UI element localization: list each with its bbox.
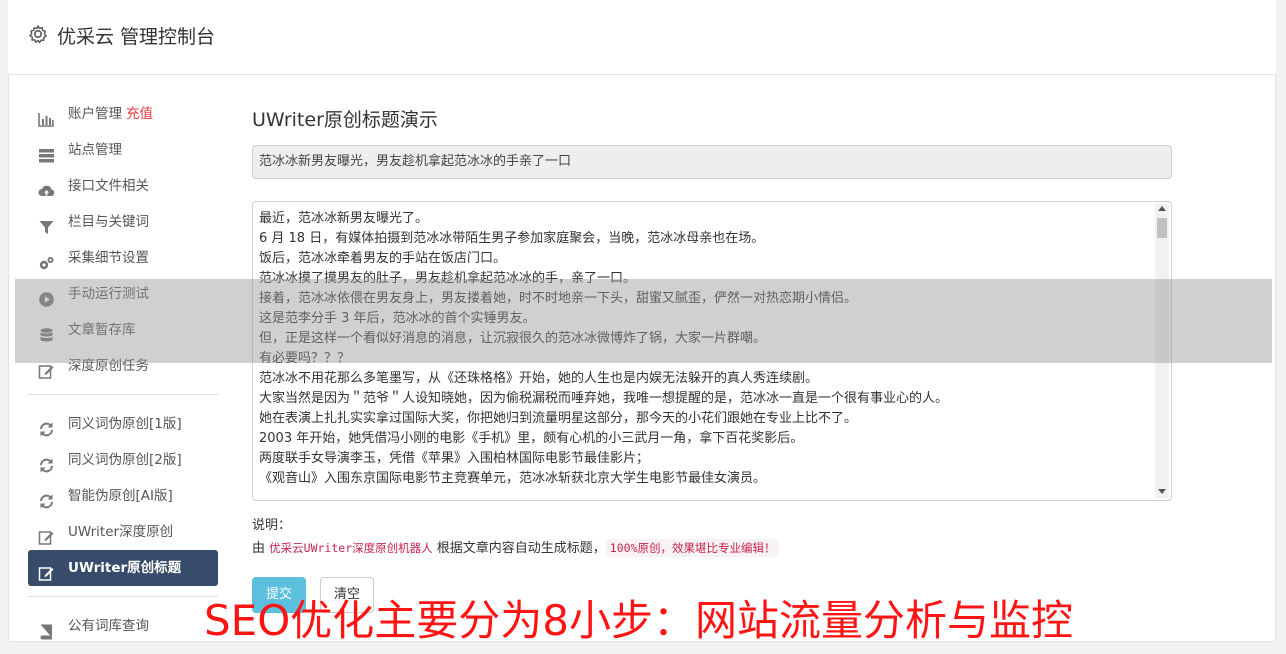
edit-icon — [38, 560, 55, 581]
sidebar-item-synonym-v2[interactable]: 同义词伪原创[2版] — [28, 442, 218, 478]
banner-text: SEO优化主要分为8小步：网站流量分析与监控 — [204, 596, 1073, 645]
server-icon — [38, 142, 55, 163]
sidebar-item-label: 站点管理 — [68, 142, 122, 158]
sidebar-item-label: 公有词库查询 — [68, 618, 149, 634]
bar-chart-icon — [38, 106, 55, 127]
article-line: 两度联手女导演李玉，凭借《苹果》入围柏林国际电影节最佳影片； — [259, 451, 650, 466]
overlay-band — [15, 279, 1272, 363]
sidebar-item-uwriter-deep[interactable]: UWriter深度原创 — [28, 514, 218, 550]
explain-robot-name: 优采云UWriter深度原创机器人 — [269, 541, 433, 555]
sidebar-divider — [28, 394, 218, 395]
sidebar-divider — [28, 596, 218, 597]
sidebar-item-label: 接口文件相关 — [68, 178, 149, 194]
sidebar-item-ai-rewrite[interactable]: 智能伪原创[AI版] — [28, 478, 218, 514]
sidebar-item-public-lexicon[interactable]: 公有词库查询 — [28, 608, 218, 644]
sidebar-item-label: 同义词伪原创[1版] — [68, 416, 182, 432]
sidebar-item-collect-settings[interactable]: 采集细节设置 — [28, 240, 218, 276]
gears-icon — [38, 250, 55, 270]
recharge-link[interactable]: 充值 — [126, 106, 153, 122]
sidebar-item-interface-files[interactable]: 接口文件相关 — [28, 168, 218, 204]
article-line: 6 月 18 日，有媒体拍摄到范冰冰带陌生男子参加家庭聚会，当晚，范冰冰母亲也在… — [259, 231, 765, 246]
cloud-upload-icon — [38, 178, 55, 196]
sidebar-item-account[interactable]: 账户管理 充值 — [28, 96, 218, 132]
sidebar-item-label: 采集细节设置 — [68, 250, 149, 266]
edit-icon — [38, 524, 55, 545]
article-line: 大家当然是因为＂范爷＂人设知晓她，因为偷税漏税而唾弃她，我唯一想提醒的是，范冰冰… — [259, 391, 949, 406]
sidebar: 账户管理 充值 站点管理 接口文件相关 栏目与关键词 采集细节设置 手动运行测试 … — [28, 96, 218, 644]
sidebar-item-label: UWriter原创标题 — [68, 560, 182, 576]
sidebar-item-label: 栏目与关键词 — [68, 214, 149, 230]
sidebar-item-sites[interactable]: 站点管理 — [28, 132, 218, 168]
sidebar-item-label: UWriter深度原创 — [68, 524, 174, 540]
book-icon — [38, 618, 55, 640]
article-line: 2003 年开始，她凭借冯小刚的电影《手机》里，颇有心机的小三武月一角，拿下百花… — [259, 431, 804, 446]
filter-icon — [38, 214, 55, 234]
explain-text: 由 优采云UWriter深度原创机器人 根据文章内容自动生成标题， 100%原创，… — [252, 537, 780, 557]
scroll-thumb[interactable] — [1157, 218, 1167, 238]
article-line: 范冰冰不用花那么多笔墨写，从《还珠格格》开始，她的人生也是内娱无法躲开的真人秀连… — [259, 371, 819, 386]
refresh-icon — [38, 488, 55, 509]
refresh-icon — [38, 452, 55, 473]
explain-prefix: 由 — [252, 541, 266, 556]
scroll-down-arrow-icon[interactable] — [1158, 489, 1166, 494]
explain-label: 说明： — [252, 518, 292, 533]
top-header: 优采云 管理控制台 — [8, 0, 1276, 75]
article-line: 饭后，范冰冰牵着男友的手站在饭店门口。 — [259, 251, 507, 266]
explain-highlight: 100%原创，效果堪比专业编辑！ — [605, 539, 780, 557]
gear-icon — [28, 24, 48, 44]
scroll-up-arrow-icon[interactable] — [1158, 206, 1166, 211]
article-line: 她在表演上扎扎实实拿过国际大奖，你把她归到流量明星这部分，那今天的小花们跟她在专… — [259, 411, 858, 426]
title-field[interactable]: 范冰冰新男友曝光，男友趁机拿起范冰冰的手亲了一口 — [252, 145, 1172, 179]
refresh-icon — [38, 416, 55, 437]
section-heading: UWriter原创标题演示 — [252, 109, 438, 131]
sidebar-item-synonym-v1[interactable]: 同义词伪原创[1版] — [28, 406, 218, 442]
sidebar-item-label: 账户管理 — [68, 106, 122, 122]
sidebar-item-label: 同义词伪原创[2版] — [68, 452, 182, 468]
sidebar-item-label: 智能伪原创[AI版] — [68, 488, 173, 504]
sidebar-item-columns-keywords[interactable]: 栏目与关键词 — [28, 204, 218, 240]
page-title: 优采云 管理控制台 — [57, 26, 216, 48]
article-line: 《观音山》入围东京国际电影节主竞赛单元，范冰冰斩获北京大学生电影节最佳女演员。 — [259, 471, 767, 486]
article-line: 最近，范冰冰新男友曝光了。 — [259, 211, 429, 226]
sidebar-item-uwriter-title[interactable]: UWriter原创标题 — [28, 550, 218, 586]
explain-middle: 根据文章内容自动生成标题， — [436, 541, 606, 556]
